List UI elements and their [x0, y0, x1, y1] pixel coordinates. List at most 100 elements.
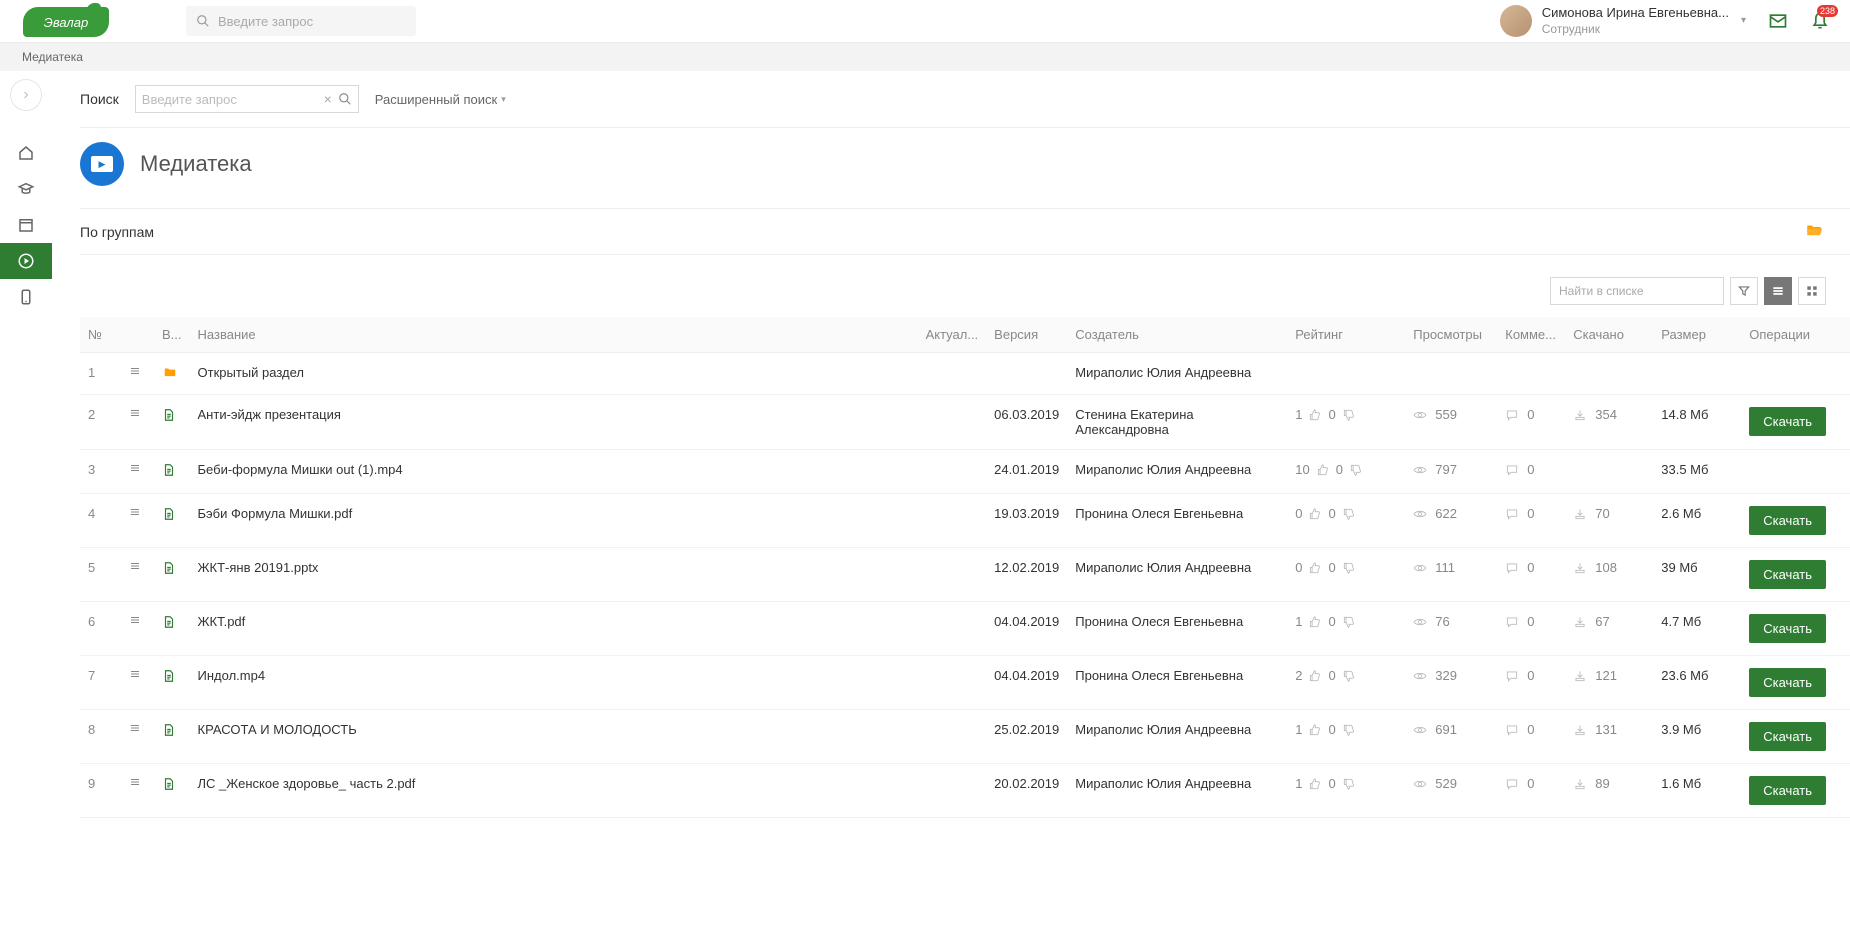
th-type[interactable]: В...: [154, 317, 190, 353]
top-search-input[interactable]: [218, 14, 406, 29]
search-icon[interactable]: [1714, 285, 1715, 298]
user-menu[interactable]: Симонова Ирина Евгеньевна... Сотрудник ▾: [1500, 5, 1746, 37]
sidebar-item-home[interactable]: [0, 135, 52, 171]
downloads-cell: 89: [1573, 776, 1645, 791]
filter-button[interactable]: [1730, 277, 1758, 305]
sidebar-item-education[interactable]: [0, 171, 52, 207]
notifications-button[interactable]: 238: [1810, 11, 1830, 31]
views-cell: 797: [1413, 462, 1489, 477]
mail-button[interactable]: [1768, 11, 1788, 31]
table-row[interactable]: 6 ЖКТ.pdf 04.04.2019 Пронина Олеся Евген…: [80, 602, 1850, 656]
cell-name[interactable]: ЖКТ-янв 20191.pptx: [190, 548, 918, 602]
cell-version: 24.01.2019: [986, 450, 1067, 494]
table-row[interactable]: 2 Анти-эйдж презентация 06.03.2019 Стени…: [80, 395, 1850, 450]
search-input[interactable]: [142, 92, 324, 107]
th-name[interactable]: Название: [190, 317, 918, 353]
thumb-up-icon[interactable]: [1308, 723, 1322, 737]
thumb-up-icon[interactable]: [1308, 615, 1322, 629]
views-cell: 111: [1413, 560, 1489, 575]
thumb-up-icon[interactable]: [1308, 777, 1322, 791]
list-search-input[interactable]: [1559, 284, 1714, 298]
rating-cell: 10 0: [1295, 462, 1397, 477]
downloads-cell: 131: [1573, 722, 1645, 737]
cell-name[interactable]: ЛС _Женское здоровье_ часть 2.pdf: [190, 764, 918, 818]
thumb-up-icon[interactable]: [1316, 463, 1330, 477]
thumb-down-icon[interactable]: [1342, 507, 1356, 521]
cell-name[interactable]: Индол.mp4: [190, 656, 918, 710]
type-icon: [162, 407, 176, 423]
cell-name[interactable]: Открытый раздел: [190, 353, 918, 395]
th-comments[interactable]: Комме...: [1497, 317, 1565, 353]
cell-creator: Мираполис Юлия Андреевна: [1067, 548, 1287, 602]
view-grid-button[interactable]: [1798, 277, 1826, 305]
download-button[interactable]: Скачать: [1749, 614, 1826, 643]
cell-name[interactable]: КРАСОТА И МОЛОДОСТЬ: [190, 710, 918, 764]
comments-cell: 0: [1505, 668, 1557, 683]
drag-handle[interactable]: [128, 407, 142, 422]
drag-handle[interactable]: [128, 668, 142, 683]
sidebar-item-mobile[interactable]: [0, 279, 52, 315]
download-button[interactable]: Скачать: [1749, 407, 1826, 436]
rating-cell: 0 0: [1295, 560, 1397, 575]
thumb-up-icon[interactable]: [1308, 669, 1322, 683]
th-views[interactable]: Просмотры: [1405, 317, 1497, 353]
thumb-down-icon[interactable]: [1342, 561, 1356, 575]
download-button[interactable]: Скачать: [1749, 776, 1826, 805]
drag-handle[interactable]: [128, 776, 142, 791]
table-row[interactable]: 1 Открытый раздел Мираполис Юлия Андреев…: [80, 353, 1850, 395]
drag-handle[interactable]: [128, 614, 142, 629]
download-button[interactable]: Скачать: [1749, 560, 1826, 589]
page-icon: ▶: [80, 142, 124, 186]
th-version[interactable]: Версия: [986, 317, 1067, 353]
th-downloads[interactable]: Скачано: [1565, 317, 1653, 353]
thumb-down-icon[interactable]: [1342, 669, 1356, 683]
drag-handle[interactable]: [128, 462, 142, 477]
thumb-down-icon[interactable]: [1342, 408, 1356, 422]
thumb-up-icon[interactable]: [1308, 507, 1322, 521]
sidebar-toggle[interactable]: [10, 79, 42, 111]
thumb-down-icon[interactable]: [1349, 463, 1363, 477]
th-num[interactable]: №: [80, 317, 120, 353]
sidebar-item-calendar[interactable]: [0, 207, 52, 243]
table-row[interactable]: 4 Бэби Формула Мишки.pdf 19.03.2019 Прон…: [80, 494, 1850, 548]
list-search[interactable]: [1550, 277, 1724, 305]
search-icon[interactable]: [338, 92, 352, 106]
play-icon: [17, 252, 35, 270]
th-size[interactable]: Размер: [1653, 317, 1741, 353]
search-box[interactable]: ×: [135, 85, 359, 113]
table-row[interactable]: 7 Индол.mp4 04.04.2019 Пронина Олеся Евг…: [80, 656, 1850, 710]
table-row[interactable]: 5 ЖКТ-янв 20191.pptx 12.02.2019 Мираполи…: [80, 548, 1850, 602]
table-row[interactable]: 8 КРАСОТА И МОЛОДОСТЬ 25.02.2019 Мирапол…: [80, 710, 1850, 764]
drag-handle[interactable]: [128, 506, 142, 521]
sidebar-item-media[interactable]: [0, 243, 52, 279]
download-button[interactable]: Скачать: [1749, 722, 1826, 751]
view-list-button[interactable]: [1764, 277, 1792, 305]
thumb-down-icon[interactable]: [1342, 777, 1356, 791]
clear-search[interactable]: ×: [324, 91, 332, 107]
download-button[interactable]: Скачать: [1749, 668, 1826, 697]
table-row[interactable]: 3 Беби-формула Мишки out (1).mp4 24.01.2…: [80, 450, 1850, 494]
drag-icon: [128, 776, 142, 788]
thumb-down-icon[interactable]: [1342, 615, 1356, 629]
cell-name[interactable]: Анти-эйдж презентация: [190, 395, 918, 450]
cell-name[interactable]: ЖКТ.pdf: [190, 602, 918, 656]
thumb-up-icon[interactable]: [1308, 561, 1322, 575]
top-search[interactable]: [186, 6, 416, 36]
drag-handle[interactable]: [128, 365, 142, 380]
th-rating[interactable]: Рейтинг: [1287, 317, 1405, 353]
drag-handle[interactable]: [128, 560, 142, 575]
th-creator[interactable]: Создатель: [1067, 317, 1287, 353]
folder-toggle[interactable]: [1802, 221, 1826, 242]
drag-handle[interactable]: [128, 722, 142, 737]
logo[interactable]: Эвалар: [16, 3, 116, 41]
thumb-down-icon[interactable]: [1342, 723, 1356, 737]
table-row[interactable]: 9 ЛС _Женское здоровье_ часть 2.pdf 20.0…: [80, 764, 1850, 818]
advanced-search[interactable]: Расширенный поиск: [375, 92, 506, 107]
thumb-up-icon[interactable]: [1308, 408, 1322, 422]
cell-num: 2: [80, 395, 120, 450]
th-aktual[interactable]: Актуал...: [918, 317, 987, 353]
cell-creator: Стенина Екатерина Александровна: [1067, 395, 1287, 450]
download-button[interactable]: Скачать: [1749, 506, 1826, 535]
cell-name[interactable]: Беби-формула Мишки out (1).mp4: [190, 450, 918, 494]
cell-name[interactable]: Бэби Формула Мишки.pdf: [190, 494, 918, 548]
